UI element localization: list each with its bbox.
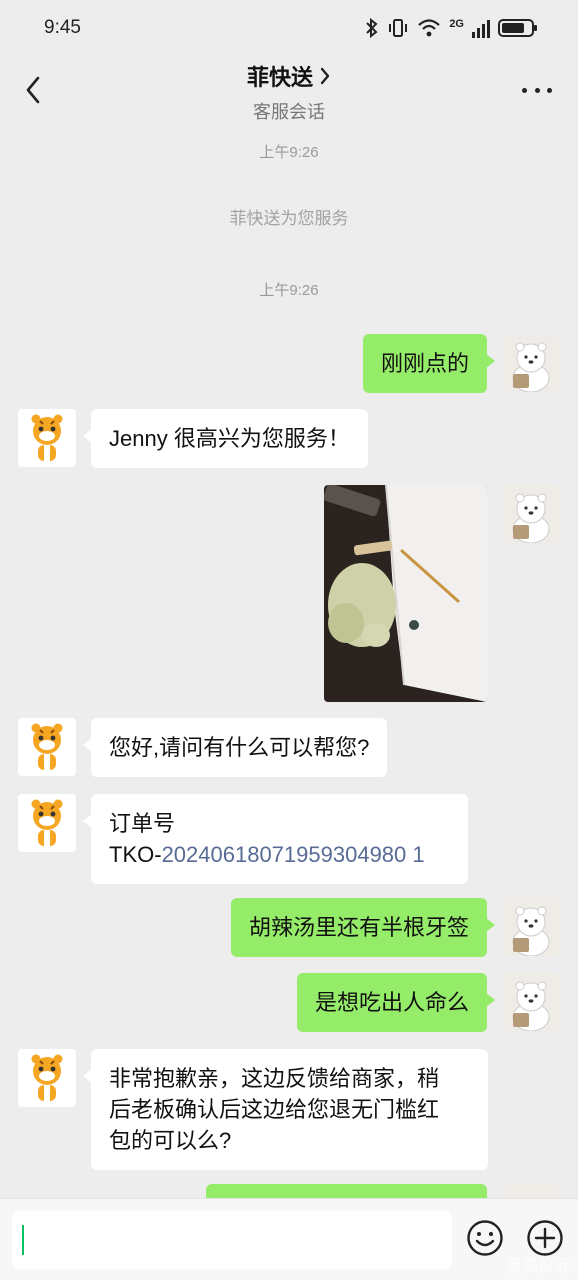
battery-icon <box>498 19 537 37</box>
my-avatar[interactable] <box>502 485 560 543</box>
service-message-bubble[interactable]: Jenny 很高兴为您服务！ <box>83 409 368 468</box>
message-line: 包的可以么? <box>109 1128 232 1153</box>
my-avatar[interactable] <box>502 898 560 956</box>
chat-header: 菲快送 客服会话 <box>0 56 578 132</box>
watermark: 黑猫投诉 <box>505 1258 570 1275</box>
order-number-bubble[interactable]: 订单号 TKO-20240618071959304980 1 <box>83 794 468 884</box>
status-bar: 9:45 2G <box>0 0 578 56</box>
signal-icon <box>472 20 490 38</box>
service-notice: 菲快送为您服务 <box>229 209 349 228</box>
tiger-avatar-icon <box>18 1049 76 1107</box>
chat-title-button[interactable]: 菲快送 <box>247 60 331 92</box>
more-dot <box>547 87 552 93</box>
vibrate-icon <box>389 19 408 37</box>
chevron-right-icon <box>320 67 330 85</box>
my-message-bubble[interactable]: 胡辣汤里还有半根牙签 <box>230 898 496 957</box>
bluetooth-icon <box>366 18 378 38</box>
status-time: 9:45 <box>44 17 81 38</box>
status-icons: 2G <box>365 18 537 38</box>
tiger-avatar-icon <box>18 409 76 467</box>
emoji-icon <box>467 1220 503 1256</box>
service-message-bubble[interactable]: 您好,请问有什么可以帮您? <box>82 718 388 777</box>
chat-title: 菲快送 <box>246 65 313 90</box>
sent-photo[interactable] <box>324 485 487 702</box>
wifi-icon <box>418 19 441 37</box>
message-line: 非常抱歉亲，这边反馈给商家，稍 <box>109 1066 440 1091</box>
service-avatar[interactable] <box>18 409 76 467</box>
message-timestamp: 上午9:26 <box>259 282 319 299</box>
order-prefix: TKO- <box>109 842 162 867</box>
message-line: 后老板确认后这边给您退无门槛红 <box>109 1097 440 1122</box>
service-avatar[interactable] <box>18 718 76 776</box>
network-type: 2G <box>449 18 464 30</box>
service-avatar[interactable] <box>18 794 76 852</box>
message-timestamp: 上午9:26 <box>259 144 319 161</box>
order-number-link[interactable]: 20240618071959304980 1 <box>162 842 425 867</box>
bear-avatar-icon <box>502 485 560 543</box>
bear-avatar-icon <box>502 973 560 1031</box>
my-avatar[interactable] <box>502 334 560 392</box>
service-message-bubble[interactable]: 非常抱歉亲，这边反馈给商家，稍 后老板确认后这边给您退无门槛红 包的可以么? <box>83 1049 488 1170</box>
more-dot <box>522 87 527 93</box>
service-avatar[interactable] <box>18 1049 76 1107</box>
my-message-bubble[interactable]: 是想吃出人命么 <box>296 973 496 1032</box>
my-avatar[interactable] <box>502 973 560 1031</box>
tiger-avatar-icon <box>18 794 76 852</box>
input-bar: 黑猫投诉 <box>0 1198 578 1280</box>
toothpick-photo-image <box>324 485 487 702</box>
my-message-bubble[interactable]: 刚刚点的 <box>362 334 496 393</box>
more-button[interactable] <box>522 78 552 102</box>
more-dot <box>534 87 540 93</box>
chat-subtitle: 客服会话 <box>253 102 325 122</box>
message-input[interactable] <box>12 1211 452 1269</box>
tiger-avatar-icon <box>18 718 76 776</box>
bear-avatar-icon <box>502 334 560 392</box>
text-caret <box>22 1225 24 1255</box>
emoji-button[interactable] <box>466 1219 504 1257</box>
order-label: 订单号 <box>109 811 176 836</box>
order-number: TKO-20240618071959304980 1 <box>109 839 450 870</box>
bear-avatar-icon <box>502 898 560 956</box>
